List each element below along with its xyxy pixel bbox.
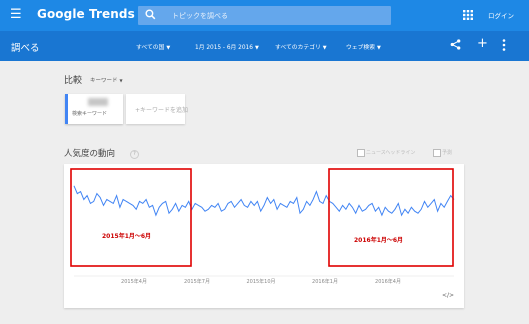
chevron-down-icon: ▼ (254, 45, 259, 51)
series-line (73, 185, 455, 217)
term-subtitle: 検索キーワード (72, 111, 108, 117)
interest-over-time-title: 人気度の動向 (64, 149, 116, 159)
blurred-term (88, 98, 108, 106)
date-range-label: 1月 2015 - 6月 2016 (195, 45, 253, 51)
x-tick-label: 2015年7月 (184, 278, 210, 285)
page-title: 調べる (11, 43, 40, 54)
x-tick-label: 2015年4月 (121, 278, 147, 285)
chevron-down-icon: ▼ (166, 45, 171, 51)
category-filter[interactable]: すべてのカテゴリ ▼ (275, 42, 327, 51)
chevron-down-icon: ▼ (377, 45, 381, 51)
menu-icon[interactable]: ☰ (10, 8, 24, 22)
comparison-type-dropdown[interactable]: キーワード ▼ (90, 76, 123, 84)
login-button[interactable]: ログイン (488, 10, 514, 20)
chevron-down-icon: ▼ (119, 78, 123, 83)
headlines-checkbox[interactable] (357, 149, 365, 157)
highlight-label: 2015年1月〜6月 (102, 232, 151, 240)
interest-line-chart: 2015年4月 2015年7月 2015年10月 2016年1月 2016年4月 2015… (70, 168, 455, 285)
search-type-label: ウェブ検索 (346, 45, 375, 51)
x-tick-label: 2016年4月 (375, 278, 401, 285)
add-term-placeholder: +キーワードを追加 (135, 107, 189, 114)
embed-icon[interactable]: </> (442, 292, 454, 299)
search-icon (145, 9, 156, 20)
category-filter-label: すべてのカテゴリ (275, 45, 321, 51)
forecast-label: 予測 (442, 150, 453, 156)
x-tick-label: 2015年10月 (246, 278, 275, 285)
add-icon[interactable]: + (477, 37, 488, 50)
highlight-label: 2016年1月〜6月 (354, 236, 403, 244)
help-icon[interactable]: ? (130, 150, 139, 159)
search-input[interactable] (172, 9, 372, 22)
search-box[interactable] (138, 6, 391, 25)
interest-chart-card: 2015年4月 2015年7月 2015年10月 2016年1月 2016年4月 2015… (64, 164, 464, 308)
apps-grid-icon[interactable] (463, 10, 473, 20)
comparison-type-label: キーワード (90, 78, 118, 84)
search-term-card[interactable]: 検索キーワード (65, 94, 123, 124)
highlight-box (328, 168, 454, 267)
compare-title: 比較 (64, 76, 83, 86)
chevron-down-icon: ▼ (322, 45, 327, 51)
country-filter-label: すべての国 (136, 45, 165, 51)
share-icon[interactable] (450, 39, 461, 50)
highlight-box (70, 168, 192, 267)
forecast-checkbox[interactable] (433, 149, 441, 157)
country-filter[interactable]: すべての国 ▼ (136, 42, 170, 51)
add-term-card[interactable]: +キーワードを追加 (126, 94, 189, 124)
date-range-filter[interactable]: 1月 2015 - 6月 2016 ▼ (195, 42, 259, 51)
x-tick-label: 2016年1月 (312, 278, 338, 285)
headlines-label: ニュースヘッドライン (366, 150, 416, 156)
more-vert-icon[interactable] (502, 39, 506, 51)
google-trends-logo[interactable]: Google Trends (37, 7, 135, 21)
search-type-filter[interactable]: ウェブ検索 ▼ (346, 42, 381, 51)
